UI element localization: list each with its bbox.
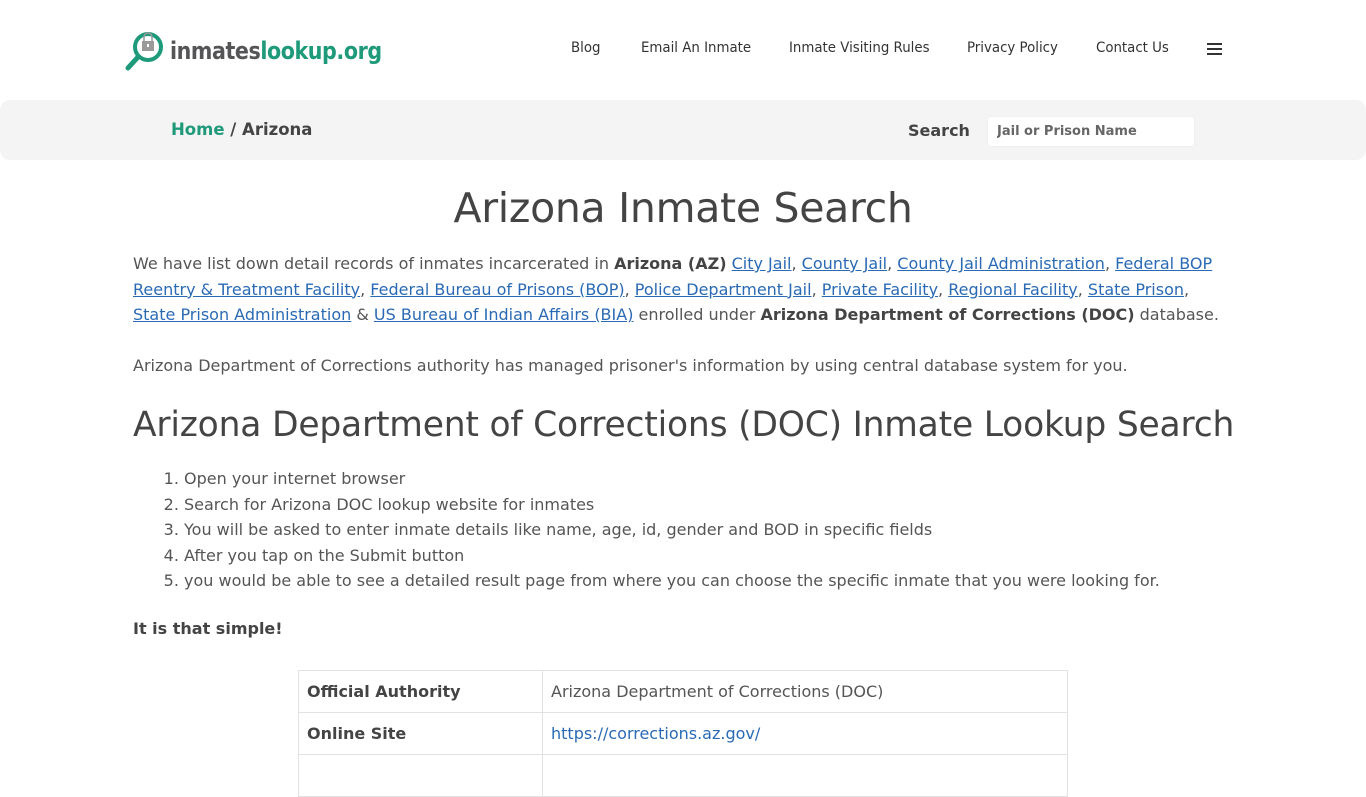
- breadcrumb-separator: /: [224, 120, 243, 139]
- facility-info-table: Official Authority Arizona Department of…: [298, 670, 1068, 797]
- nav-contact-us[interactable]: Contact Us: [1096, 40, 1169, 56]
- table-value: Arizona Department of Corrections (DOC): [542, 670, 1068, 713]
- table-value: [542, 754, 1068, 797]
- simple-note: It is that simple!: [133, 619, 283, 638]
- jail-search-input[interactable]: [987, 116, 1195, 147]
- table-row: Official Authority Arizona Department of…: [298, 670, 1068, 713]
- link-federal-bureau-of-prisons[interactable]: Federal Bureau of Prisons (BOP): [370, 280, 624, 299]
- link-state-prison[interactable]: State Prison: [1088, 280, 1184, 299]
- link-us-bureau-of-indian-affairs[interactable]: US Bureau of Indian Affairs (BIA): [374, 305, 634, 324]
- link-regional-facility[interactable]: Regional Facility: [948, 280, 1078, 299]
- breadcrumb-bar: Home / Arizona Search: [0, 100, 1366, 160]
- breadcrumb-current: Arizona: [242, 120, 313, 139]
- link-city-jail[interactable]: City Jail: [732, 254, 792, 273]
- link-police-department-jail[interactable]: Police Department Jail: [635, 280, 812, 299]
- authority-paragraph: Arizona Department of Corrections author…: [133, 356, 1128, 375]
- table-value: https://corrections.az.gov/: [542, 712, 1068, 755]
- step-item: You will be asked to enter inmate detail…: [184, 517, 1160, 543]
- table-row: [298, 754, 1068, 797]
- table-key: Official Authority: [298, 670, 543, 713]
- nav-blog[interactable]: Blog: [571, 40, 600, 56]
- amp-text: &: [351, 305, 374, 324]
- main-nav: Blog Email An Inmate Inmate Visiting Rul…: [0, 40, 1366, 62]
- online-site-link[interactable]: https://corrections.az.gov/: [551, 724, 760, 743]
- table-key: Online Site: [298, 712, 543, 755]
- link-county-jail[interactable]: County Jail: [802, 254, 887, 273]
- nav-privacy-policy[interactable]: Privacy Policy: [967, 40, 1058, 56]
- site-header: inmateslookup.org Blog Email An Inmate I…: [0, 0, 1366, 100]
- nav-inmate-visiting-rules[interactable]: Inmate Visiting Rules: [789, 40, 930, 56]
- link-state-prison-administration[interactable]: State Prison Administration: [133, 305, 351, 324]
- breadcrumb-home-link[interactable]: Home: [171, 120, 225, 139]
- table-row: Online Site https://corrections.az.gov/: [298, 712, 1068, 755]
- link-private-facility[interactable]: Private Facility: [822, 280, 938, 299]
- breadcrumb: Home / Arizona: [171, 120, 312, 139]
- section-title: Arizona Department of Corrections (DOC) …: [133, 405, 1235, 445]
- state-name: Arizona (AZ): [614, 254, 727, 273]
- search-label: Search: [908, 121, 970, 140]
- nav-email-an-inmate[interactable]: Email An Inmate: [641, 40, 751, 56]
- step-item: you would be able to see a detailed resu…: [184, 568, 1160, 594]
- page-title: Arizona Inmate Search: [453, 184, 913, 232]
- department-name: Arizona Department of Corrections (DOC): [760, 305, 1135, 324]
- steps-list: Open your internet browser Search for Ar…: [133, 466, 1160, 594]
- link-county-jail-administration[interactable]: County Jail Administration: [897, 254, 1105, 273]
- intro-paragraph: We have list down detail records of inma…: [133, 254, 1219, 324]
- step-item: Search for Arizona DOC lookup website fo…: [184, 492, 1160, 518]
- hamburger-menu-icon[interactable]: [1207, 43, 1223, 56]
- table-key: [298, 754, 543, 797]
- intro-text: We have list down detail records of inma…: [133, 254, 615, 273]
- step-item: Open your internet browser: [184, 466, 1160, 492]
- step-item: After you tap on the Submit button: [184, 543, 1160, 569]
- intro-suffix-text: database.: [1134, 305, 1219, 324]
- intro-middle-text: enrolled under: [633, 305, 761, 324]
